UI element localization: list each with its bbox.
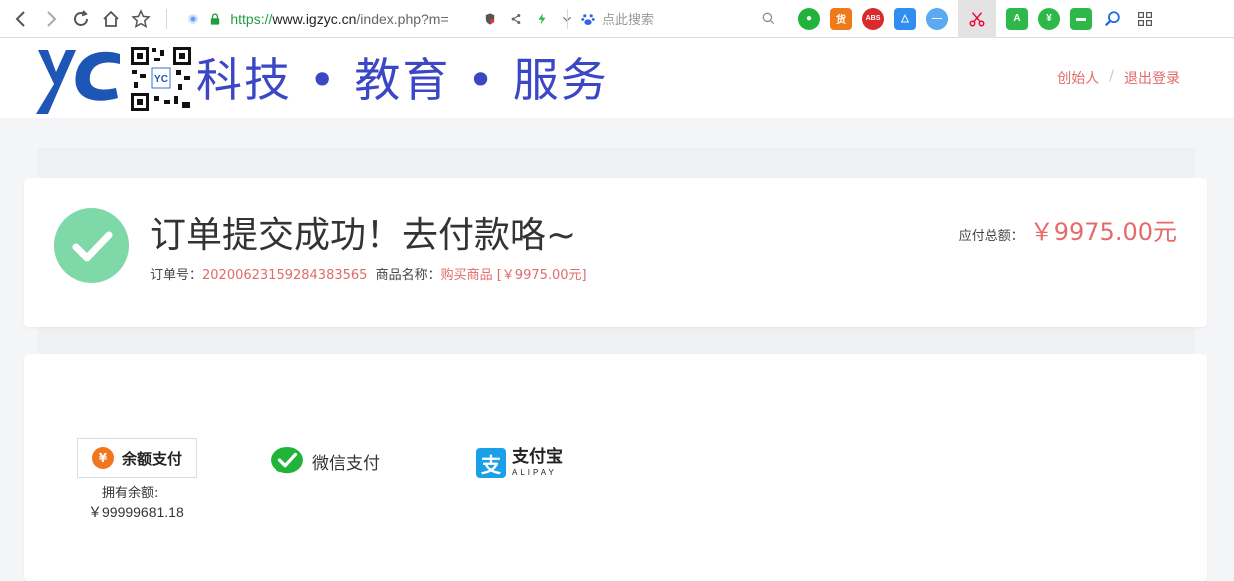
back-icon — [15, 10, 25, 27]
adblock-extension-icon[interactable]: ABS — [862, 7, 884, 30]
toolbar-divider — [166, 8, 167, 29]
forward-button[interactable] — [36, 4, 66, 34]
star-icon — [131, 8, 151, 28]
refresh-button[interactable] — [66, 4, 96, 34]
user-links: 创始人 / 退出登录 — [1057, 68, 1180, 88]
balance-pay-label: 余额支付 — [121, 449, 182, 468]
lock-icon — [205, 9, 225, 29]
order-number-label: 订单号： — [150, 268, 203, 283]
game-extension-icon[interactable]: ▬ — [1070, 7, 1092, 30]
wechat-icon — [271, 446, 303, 474]
baidu-paw-icon[interactable] — [578, 9, 598, 29]
bookmark-button[interactable] — [126, 4, 156, 34]
scissors-extension-icon[interactable] — [958, 0, 996, 38]
chat-extension-icon[interactable]: ● — [798, 7, 820, 30]
product-name-label: 商品名称： — [375, 268, 441, 283]
home-icon — [103, 10, 119, 27]
check-icon — [72, 231, 113, 262]
minus-extension-icon[interactable]: — — [926, 7, 948, 30]
home-button[interactable] — [96, 4, 126, 34]
deals-extension-icon[interactable]: 货 — [830, 7, 852, 30]
order-info: 订单号：20200623159284383565 商品名称：购买商品 [￥997… — [150, 264, 587, 283]
yc-logo-icon — [36, 50, 120, 114]
translate-extension-icon[interactable]: A — [1006, 7, 1028, 30]
alipay-option[interactable]: 支 支付宝 ALIPAY — [476, 448, 563, 478]
wechat-pay-option[interactable]: 微信支付 — [270, 446, 380, 476]
magnifier-extension-icon[interactable] — [1102, 8, 1124, 30]
lightning-icon[interactable] — [532, 9, 552, 29]
balance-pay-option[interactable]: ¥ 余额支付 — [77, 438, 197, 478]
product-name: 购买商品 [￥9975.00元] — [440, 268, 587, 283]
search-box[interactable]: 点此搜索 — [578, 0, 778, 38]
share-icon[interactable] — [506, 9, 526, 29]
total-due-amount: ￥9975.00元 — [1029, 218, 1177, 246]
logout-link[interactable]: 退出登录 — [1124, 68, 1180, 88]
coin-icon: ¥ — [91, 447, 114, 469]
back-button[interactable] — [6, 4, 36, 34]
site-header: YC 科技 • 教育 • 服务 创始人 / 退出登录 — [0, 38, 1234, 118]
triangle-extension-icon[interactable]: △ — [894, 7, 916, 30]
toolbar-divider-2 — [567, 8, 568, 29]
url-path: /index.php?m= — [356, 10, 449, 27]
success-title: 订单提交成功！去付款咯~ — [150, 215, 577, 256]
order-number: 20200623159284383565 — [202, 268, 368, 283]
yc-logo[interactable] — [30, 44, 122, 116]
apps-grid-icon[interactable] — [1134, 8, 1156, 30]
search-icon[interactable] — [758, 9, 778, 29]
url-scheme: https:// — [230, 10, 273, 27]
shield-icon[interactable] — [480, 9, 500, 29]
bg-strip-top — [38, 148, 1195, 178]
total-due-label: 应付总额： — [958, 229, 1024, 244]
user-name-link[interactable]: 创始人 — [1057, 68, 1099, 88]
url-host: www.igzyc.cn — [272, 10, 357, 27]
svg-text:YC: YC — [154, 74, 168, 85]
search-placeholder[interactable]: 点此搜索 — [602, 9, 752, 28]
order-summary-card: 订单提交成功！去付款咯~ 订单号：20200623159284383565 商品… — [24, 178, 1207, 327]
payment-methods-card: ¥ 余额支付 拥有余额: ￥99999681.18 微信支付 支 支付宝 ALI… — [24, 354, 1207, 581]
address-bar[interactable]: https://www.igzyc.cn/index.php?m= — [177, 0, 577, 38]
success-check — [54, 208, 129, 283]
link-separator: / — [1109, 68, 1114, 84]
alipay-cn-label: 支付宝 — [512, 447, 563, 467]
forward-icon — [47, 10, 57, 27]
qr-code: YC — [130, 46, 192, 112]
browser-toolbar: https://www.igzyc.cn/index.php?m= 点此搜索 ●… — [0, 0, 1234, 38]
site-info-icon[interactable] — [183, 9, 203, 29]
total-due: 应付总额： ￥9975.00元 — [959, 212, 1177, 247]
bg-strip-middle — [38, 327, 1195, 354]
money-extension-icon[interactable]: ¥ — [1038, 7, 1060, 30]
extension-bar: ● 货 ABS △ — A ¥ ▬ — [798, 0, 1156, 38]
alipay-icon: 支 — [476, 448, 506, 478]
balance-value: ￥99999681.18 — [88, 504, 184, 520]
alipay-wordmark: 支付宝 ALIPAY — [512, 449, 563, 477]
refresh-icon — [74, 9, 88, 26]
alipay-en-label: ALIPAY — [512, 468, 557, 477]
wechat-pay-label: 微信支付 — [312, 453, 380, 474]
url-text[interactable]: https://www.igzyc.cn/index.php?m= — [230, 11, 466, 27]
balance-caption: 拥有余额: — [102, 486, 159, 501]
site-slogan: 科技 • 教育 • 服务 — [196, 53, 609, 107]
